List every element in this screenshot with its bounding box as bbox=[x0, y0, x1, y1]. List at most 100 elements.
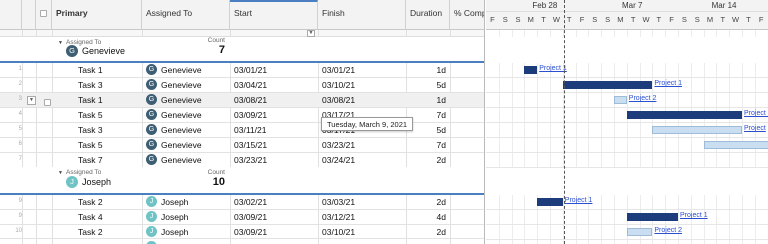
gantt-bar[interactable] bbox=[626, 111, 742, 119]
gantt-bar-label[interactable]: Project 1 bbox=[680, 212, 708, 219]
gantt-bar[interactable] bbox=[614, 96, 627, 104]
finish-date-cell[interactable]: 03/24/21 bbox=[322, 153, 402, 168]
column-header-percent-complete[interactable]: % Compl bbox=[450, 0, 484, 30]
percent-complete-cell[interactable] bbox=[450, 108, 484, 123]
percent-complete-cell[interactable] bbox=[450, 93, 484, 108]
column-header-start[interactable]: Start bbox=[230, 0, 318, 30]
percent-complete-cell[interactable] bbox=[450, 210, 484, 225]
gantt-bar-label[interactable]: Project 1 bbox=[565, 197, 593, 204]
select-all-checkbox[interactable] bbox=[40, 10, 47, 17]
column-header-assigned-to[interactable]: Assigned To bbox=[142, 0, 230, 30]
gantt-bar-label[interactable]: Project 1 bbox=[744, 110, 768, 117]
column-header-duration[interactable]: Duration bbox=[406, 0, 450, 30]
table-row[interactable]: 10 Task 2 J Joseph 03/09/21 03/10/21 2d bbox=[0, 225, 484, 240]
assigned-to-cell[interactable]: G Genevieve bbox=[146, 63, 228, 78]
start-date-cell[interactable]: 03/09/21 bbox=[234, 225, 314, 240]
column-header-finish[interactable]: Finish bbox=[318, 0, 406, 30]
task-name-cell[interactable]: Task 3 bbox=[78, 123, 140, 138]
row-number[interactable]: 5 bbox=[2, 126, 22, 132]
table-row[interactable]: 9 Task 4 J Joseph 03/09/21 03/12/21 4d bbox=[0, 210, 484, 225]
gantt-bar[interactable] bbox=[626, 228, 653, 236]
gantt-bar[interactable] bbox=[562, 81, 653, 89]
gantt-bar-label[interactable]: Project 1 bbox=[539, 65, 567, 72]
assigned-to-cell[interactable]: J Joseph bbox=[146, 210, 228, 225]
gantt-bar[interactable] bbox=[524, 66, 538, 74]
task-name-cell[interactable]: Task 3 bbox=[78, 78, 140, 93]
start-date-cell[interactable]: 03/01/21 bbox=[234, 63, 314, 78]
task-name-cell[interactable]: Task 2 bbox=[78, 225, 140, 240]
task-name-cell[interactable]: Task 5 bbox=[78, 108, 140, 123]
task-name-cell[interactable]: Task 7 bbox=[78, 153, 140, 168]
task-name-cell[interactable]: Task 1 bbox=[78, 93, 140, 108]
percent-complete-cell[interactable] bbox=[450, 138, 484, 153]
table-row[interactable]: 1 Task 1 G Genevieve 03/01/21 03/01/21 1d bbox=[0, 63, 484, 78]
row-number[interactable]: 6 bbox=[2, 141, 22, 147]
finish-date-cell[interactable]: 03/01/21 bbox=[322, 63, 402, 78]
group-header-joseph[interactable]: ▼ Assigned To J Joseph Count 10 bbox=[0, 167, 484, 195]
group-header-genevieve[interactable]: ▼ Assigned To G Genevieve Count 7 bbox=[0, 37, 484, 63]
start-date-cell[interactable]: 03/09/21 bbox=[234, 210, 314, 225]
start-date-cell[interactable]: 03/08/21 bbox=[234, 93, 314, 108]
table-row[interactable]: 9 Task 2 J Joseph 03/02/21 03/03/21 2d bbox=[0, 195, 484, 210]
percent-complete-cell[interactable] bbox=[450, 123, 484, 138]
assigned-to-cell[interactable]: G Genevieve bbox=[146, 108, 228, 123]
assigned-to-cell[interactable]: G Genevieve bbox=[146, 123, 228, 138]
duration-cell[interactable]: 1d bbox=[406, 93, 446, 108]
finish-date-cell[interactable]: 03/03/21 bbox=[322, 195, 402, 210]
finish-date-cell[interactable]: 03/08/21 bbox=[322, 93, 402, 108]
row-number[interactable]: 3 bbox=[2, 96, 22, 102]
duration-cell[interactable]: 2d bbox=[406, 225, 446, 240]
assigned-to-cell[interactable]: G Genevieve bbox=[146, 78, 228, 93]
task-name-cell[interactable]: Task 4 bbox=[78, 210, 140, 225]
table-row[interactable]: 7 Task 7 G Genevieve 03/23/21 03/24/21 2d bbox=[0, 153, 484, 168]
percent-complete-cell[interactable] bbox=[450, 63, 484, 78]
duration-cell[interactable]: 5d bbox=[406, 78, 446, 93]
row-number[interactable]: 4 bbox=[2, 111, 22, 117]
percent-complete-cell[interactable] bbox=[450, 195, 484, 210]
gantt-bar[interactable] bbox=[626, 213, 678, 221]
column-header-primary[interactable]: Primary bbox=[52, 0, 142, 30]
finish-date-cell[interactable]: 03/12/21 bbox=[322, 210, 402, 225]
assigned-to-cell[interactable]: J Joseph bbox=[146, 195, 228, 210]
finish-date-cell[interactable]: 03/10/21 bbox=[322, 225, 402, 240]
gantt-bar-label[interactable]: Project 2 bbox=[629, 95, 657, 102]
start-date-cell[interactable]: 03/09/21 bbox=[234, 108, 314, 123]
duration-cell[interactable]: 4d bbox=[406, 210, 446, 225]
gantt-bar-label[interactable]: Project 1 bbox=[654, 80, 682, 87]
percent-complete-cell[interactable] bbox=[450, 225, 484, 240]
assigned-to-cell[interactable]: J Joseph bbox=[146, 225, 228, 240]
duration-cell[interactable]: 1d bbox=[406, 63, 446, 78]
assigned-to-cell[interactable]: G Genevieve bbox=[146, 138, 228, 153]
gantt-bar-label[interactable]: Project bbox=[744, 125, 766, 132]
task-name-cell[interactable]: Task 2 bbox=[78, 195, 140, 210]
gantt-bar[interactable] bbox=[537, 198, 563, 206]
select-all-header[interactable] bbox=[36, 0, 52, 30]
task-name-cell[interactable]: Task 5 bbox=[78, 138, 140, 153]
row-number[interactable]: 10 bbox=[2, 228, 22, 234]
gantt-bar[interactable] bbox=[652, 126, 742, 134]
row-number[interactable]: 9 bbox=[2, 213, 22, 219]
duration-cell[interactable]: 2d bbox=[406, 153, 446, 168]
row-menu-dropdown-icon[interactable]: ▼ bbox=[27, 96, 36, 105]
start-date-cell[interactable]: 03/11/21 bbox=[234, 123, 314, 138]
collapse-triangle-icon[interactable]: ▼ bbox=[58, 40, 63, 46]
gantt-bar[interactable] bbox=[703, 141, 768, 149]
assigned-to-cell[interactable]: G Genevieve bbox=[146, 93, 228, 108]
assigned-to-cell[interactable] bbox=[146, 240, 228, 244]
table-row[interactable] bbox=[0, 240, 484, 244]
collapse-triangle-icon[interactable]: ▼ bbox=[58, 170, 63, 176]
duration-cell[interactable]: 7d bbox=[406, 138, 446, 153]
table-row[interactable]: 6 Task 5 G Genevieve 03/15/21 03/23/21 7d bbox=[0, 138, 484, 153]
percent-complete-cell[interactable] bbox=[450, 153, 484, 168]
duration-cell[interactable]: 2d bbox=[406, 195, 446, 210]
column-dropdown-button[interactable]: ▼ bbox=[307, 30, 315, 37]
row-number[interactable]: 2 bbox=[2, 81, 22, 87]
finish-date-cell[interactable]: 03/10/21 bbox=[322, 78, 402, 93]
row-number[interactable]: 1 bbox=[2, 66, 22, 72]
row-number[interactable]: 9 bbox=[2, 198, 22, 204]
start-date-cell[interactable]: 03/04/21 bbox=[234, 78, 314, 93]
gantt-bar-label[interactable]: Project 2 bbox=[654, 227, 682, 234]
start-date-cell[interactable]: 03/02/21 bbox=[234, 195, 314, 210]
assigned-to-cell[interactable]: G Genevieve bbox=[146, 153, 228, 168]
row-number[interactable]: 7 bbox=[2, 156, 22, 162]
